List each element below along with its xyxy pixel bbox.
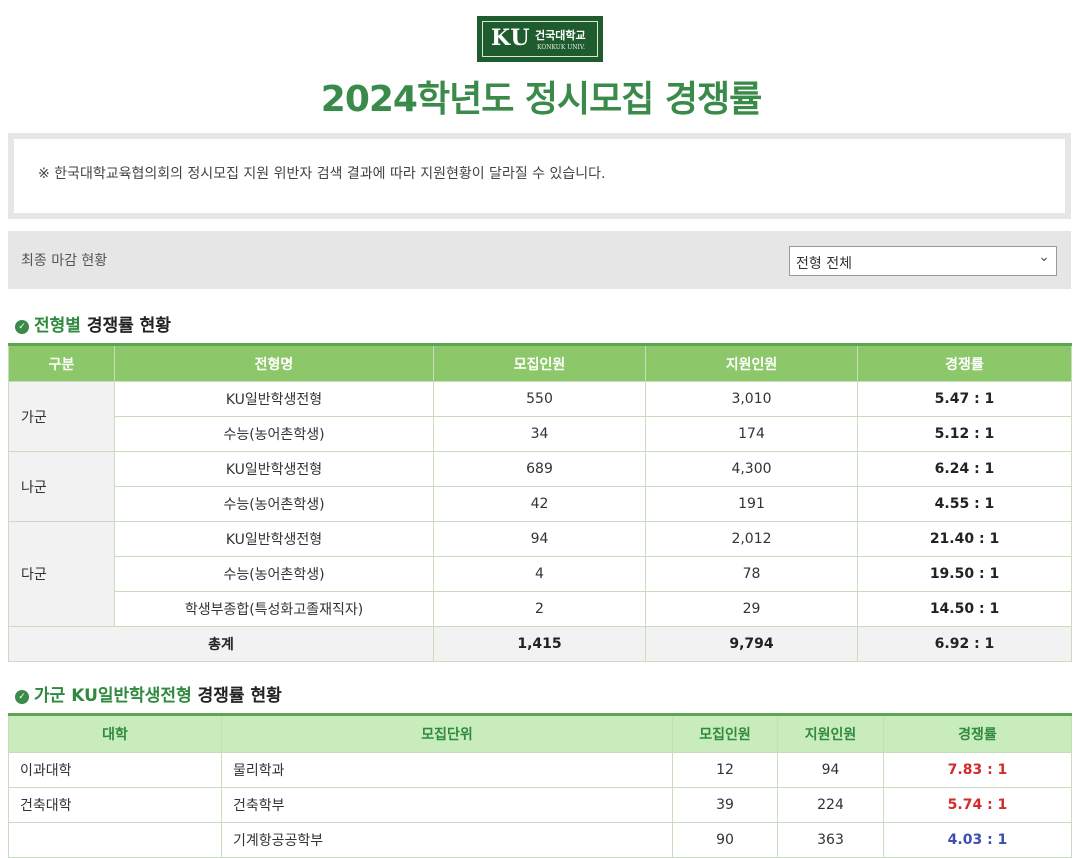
type-cell: KU일반학생전형 xyxy=(114,381,434,417)
col-header-quota: 모집인원 xyxy=(433,344,646,382)
check-circle-icon: ✓ xyxy=(15,320,29,334)
group-cell: 가군 xyxy=(8,381,115,452)
notice-text: ※ 한국대학교육협의회의 정시모집 지원 위반자 검색 결과에 따라 지원현황이… xyxy=(14,139,1065,213)
col-header-quota: 모집인원 xyxy=(672,714,778,753)
total-row: 총계 1,415 9,794 6.92 : 1 xyxy=(8,626,1072,662)
filter-label: 최종 마감 현황 xyxy=(21,253,108,269)
table-row: 나군 KU일반학생전형 689 4,300 6.24 : 1 xyxy=(8,451,1072,522)
logo-english-name: KONKUK UNIV. xyxy=(537,44,586,51)
table-row: 기계항공공학부 90 363 4.03 : 1 xyxy=(8,822,1072,858)
table-header-row: 구분 전형명 모집인원 지원인원 경쟁률 xyxy=(8,344,1072,382)
quota-cell: 94 xyxy=(433,521,646,557)
rate-cell: 21.40 : 1 xyxy=(857,521,1072,557)
select-value: 전형 전체 xyxy=(796,256,852,272)
applicants-cell: 174 xyxy=(645,416,858,452)
section-heading-rest: 경쟁률 현황 xyxy=(191,686,282,706)
total-label: 총계 xyxy=(8,626,434,662)
table-row: 다군 KU일반학생전형 94 2,012 21.40 : 1 xyxy=(8,521,1072,627)
applicants-cell: 363 xyxy=(777,822,884,858)
college-cell xyxy=(8,822,222,858)
applicants-cell: 29 xyxy=(645,591,858,627)
table-row: 이과대학 물리학과 12 94 7.83 : 1 xyxy=(8,752,1072,788)
notice-box: ※ 한국대학교육협의회의 정시모집 지원 위반자 검색 결과에 따라 지원현황이… xyxy=(8,133,1071,219)
quota-cell: 12 xyxy=(672,752,778,788)
col-header-unit: 모집단위 xyxy=(221,714,673,753)
table-row: 수능(농어촌학생) 42 191 4.55 : 1 xyxy=(9,486,1072,522)
rate-cell: 4.55 : 1 xyxy=(857,486,1072,522)
quota-cell: 39 xyxy=(672,787,778,823)
rate-cell: 19.50 : 1 xyxy=(857,556,1072,592)
applicants-cell: 4,300 xyxy=(645,451,858,487)
college-cell: 이과대학 xyxy=(8,752,222,788)
col-header-college: 대학 xyxy=(8,714,222,753)
rate-cell: 4.03 : 1 xyxy=(883,822,1072,858)
section-heading-rest: 경쟁률 현황 xyxy=(80,316,171,336)
type-cell: 수능(농어촌학생) xyxy=(114,556,434,592)
quota-cell: 4 xyxy=(433,556,646,592)
page-title: 2024학년도 정시모집 경쟁률 xyxy=(320,79,762,120)
check-circle-icon: ✓ xyxy=(15,690,29,704)
rate-cell: 6.24 : 1 xyxy=(857,451,1072,487)
filter-bar: 최종 마감 현황 전형 전체 ⌄ xyxy=(8,231,1071,289)
total-applicants: 9,794 xyxy=(645,626,858,662)
rate-cell: 14.50 : 1 xyxy=(857,591,1072,627)
rate-cell: 5.12 : 1 xyxy=(857,416,1072,452)
applicants-cell: 2,012 xyxy=(645,521,858,557)
type-cell: KU일반학생전형 xyxy=(114,451,434,487)
applicants-cell: 78 xyxy=(645,556,858,592)
col-header-applicants: 지원인원 xyxy=(777,714,884,753)
table-row: 수능(농어촌학생) 4 78 19.50 : 1 xyxy=(9,556,1072,592)
admission-type-select[interactable]: 전형 전체 ⌄ xyxy=(789,246,1057,276)
col-header-type: 전형명 xyxy=(114,344,434,382)
logo: KU 건국대학교 KONKUK UNIV. xyxy=(477,16,603,62)
section-heading-highlight: 전형별 xyxy=(34,316,81,336)
type-cell: 수능(농어촌학생) xyxy=(114,486,434,522)
col-header-rate: 경쟁률 xyxy=(857,344,1072,382)
table-row: 학생부종합(특성화고졸재직자) 2 29 14.50 : 1 xyxy=(9,591,1072,627)
col-header-rate: 경쟁률 xyxy=(883,714,1072,753)
rate-cell: 5.74 : 1 xyxy=(883,787,1072,823)
quota-cell: 34 xyxy=(433,416,646,452)
total-rate: 6.92 : 1 xyxy=(857,626,1072,662)
col-header-applicants: 지원인원 xyxy=(645,344,858,382)
table-header-row: 대학 모집단위 모집인원 지원인원 경쟁률 xyxy=(8,714,1072,753)
quota-cell: 689 xyxy=(433,451,646,487)
type-cell: 학생부종합(특성화고졸재직자) xyxy=(114,591,434,627)
type-cell: KU일반학생전형 xyxy=(114,521,434,557)
unit-cell: 기계항공공학부 xyxy=(221,822,673,858)
applicants-cell: 191 xyxy=(645,486,858,522)
section-heading-by-type: ✓ 전형별 경쟁률 현황 xyxy=(15,311,171,336)
applicants-cell: 94 xyxy=(777,752,884,788)
applicants-cell: 224 xyxy=(777,787,884,823)
quota-cell: 90 xyxy=(672,822,778,858)
chevron-down-icon: ⌄ xyxy=(1038,249,1050,265)
quota-cell: 2 xyxy=(433,591,646,627)
quota-cell: 550 xyxy=(433,381,646,417)
rate-cell: 5.47 : 1 xyxy=(857,381,1072,417)
section-heading-highlight: 가군 KU일반학생전형 xyxy=(34,686,192,706)
group-cell: 나군 xyxy=(8,451,115,522)
table-row: 가군 KU일반학생전형 550 3,010 5.47 : 1 xyxy=(8,381,1072,452)
competition-table-ga-ku: 대학 모집단위 모집인원 지원인원 경쟁률 이과대학 물리학과 12 94 7.… xyxy=(8,713,1072,858)
college-cell: 건축대학 xyxy=(8,787,222,823)
rate-cell: 7.83 : 1 xyxy=(883,752,1072,788)
table-row: 건축대학 건축학부 39 224 5.74 : 1 xyxy=(8,787,1072,823)
applicants-cell: 3,010 xyxy=(645,381,858,417)
total-quota: 1,415 xyxy=(433,626,646,662)
section-heading-group-ga: ✓ 가군 KU일반학생전형 경쟁률 현황 xyxy=(15,681,282,706)
type-cell: 수능(농어촌학생) xyxy=(114,416,434,452)
competition-table-by-type: 구분 전형명 모집인원 지원인원 경쟁률 가군 KU일반학생전형 550 3,0… xyxy=(8,343,1072,662)
group-cell: 다군 xyxy=(8,521,115,627)
unit-cell: 물리학과 xyxy=(221,752,673,788)
quota-cell: 42 xyxy=(433,486,646,522)
logo-mark: KU xyxy=(491,25,531,51)
unit-cell: 건축학부 xyxy=(221,787,673,823)
col-header-group: 구분 xyxy=(8,344,115,382)
logo-korean-name: 건국대학교 xyxy=(535,29,586,42)
table-row: 수능(농어촌학생) 34 174 5.12 : 1 xyxy=(9,416,1072,452)
